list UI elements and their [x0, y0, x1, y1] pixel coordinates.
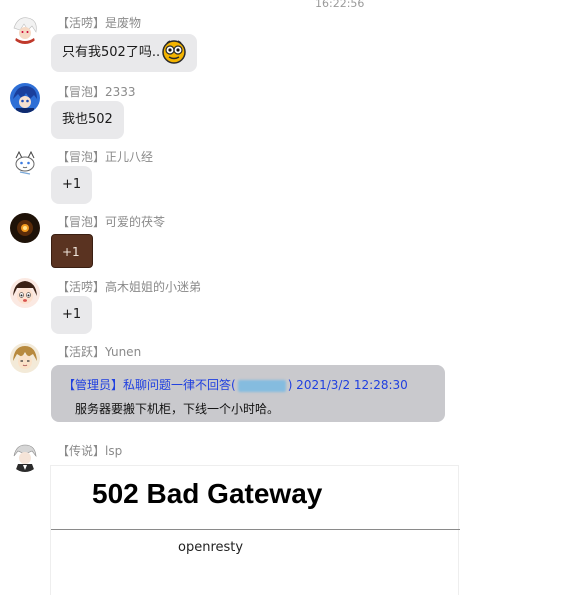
message-bubble[interactable]: +1 [51, 296, 92, 334]
message-text: +1 [62, 177, 82, 192]
avatar[interactable] [10, 278, 40, 308]
member-title: 【活跃】 [57, 345, 106, 359]
sender-name: Yunen [105, 345, 142, 359]
quote-body: 服务器要搬下机柜，下线一个小时哈。 [75, 402, 280, 416]
funny-face-emoji-icon [162, 40, 186, 64]
avatar[interactable] [10, 14, 40, 44]
avatar[interactable] [10, 148, 40, 178]
quote-top-fragment [161, 365, 231, 368]
sender-name: 高木姐姐的小迷弟 [105, 280, 202, 294]
sender-name: 是废物 [105, 16, 142, 30]
server-name: openresty [178, 540, 244, 555]
message-bubble[interactable]: 我也502 [51, 101, 124, 139]
message-bubble[interactable]: +1 [51, 166, 92, 204]
quote-suffix: ) 2021/3/2 12:28:30 [287, 378, 408, 392]
sender-name: 正儿八经 [105, 150, 154, 164]
avatar-anime-blue-hair-icon [10, 83, 40, 113]
quote-prefix: 【管理员】私聊问题一律不回答( [63, 378, 236, 392]
avatar[interactable] [10, 83, 40, 113]
avatar-white-cat-drawing-icon [10, 148, 40, 178]
message-bubble[interactable]: 只有我502了吗.. [51, 34, 197, 72]
quote-header: 【管理员】私聊问题一律不回答( ) 2021/3/2 12:28:30 [63, 376, 408, 393]
sender-name: 可爱的茯苓 [105, 215, 166, 229]
avatar-anime-white-hair-icon [10, 14, 40, 44]
avatar[interactable] [10, 213, 40, 243]
error-heading: 502 Bad Gateway [92, 478, 323, 509]
message-bubble[interactable]: +1 [51, 234, 93, 268]
divider [51, 529, 460, 530]
error-page-image[interactable]: 502 Bad Gateway openresty [50, 465, 460, 595]
member-title: 【冒泡】 [57, 85, 106, 99]
message-text: 只有我502了吗.. [62, 45, 161, 60]
message-text: +1 [62, 307, 82, 322]
sender-label: 【冒泡】可爱的茯苓 [57, 215, 165, 229]
avatar-anime-girl-icon [10, 278, 40, 308]
member-title: 【冒泡】 [57, 215, 106, 229]
sender-label: 【活唠】高木姐姐的小迷弟 [57, 280, 201, 294]
avatar[interactable] [10, 442, 40, 472]
sender-label: 【冒泡】正儿八经 [57, 150, 153, 164]
message-text: 我也502 [62, 112, 113, 127]
sender-name: 2333 [105, 85, 136, 99]
sender-label: 【活唠】是废物 [57, 16, 141, 30]
quote-image[interactable]: 【管理员】私聊问题一律不回答( ) 2021/3/2 12:28:30 服务器要搬… [51, 365, 445, 422]
timestamp: 16:22:56 [315, 0, 365, 10]
message-text: +1 [62, 245, 80, 259]
sender-label: 【传说】lsp [57, 444, 122, 458]
avatar-anime-silver-hair-icon [10, 442, 40, 472]
avatar[interactable] [10, 343, 40, 373]
member-title: 【活唠】 [57, 280, 106, 294]
member-title: 【活唠】 [57, 16, 106, 30]
avatar-dark-lantern-icon [10, 213, 40, 243]
avatar-anime-blonde-icon [10, 343, 40, 373]
sender-name: lsp [105, 444, 123, 458]
redacted-block [237, 379, 286, 392]
member-title: 【传说】 [57, 444, 106, 458]
sender-label: 【活跃】Yunen [57, 345, 141, 359]
member-title: 【冒泡】 [57, 150, 106, 164]
sender-label: 【冒泡】2333 [57, 85, 136, 99]
